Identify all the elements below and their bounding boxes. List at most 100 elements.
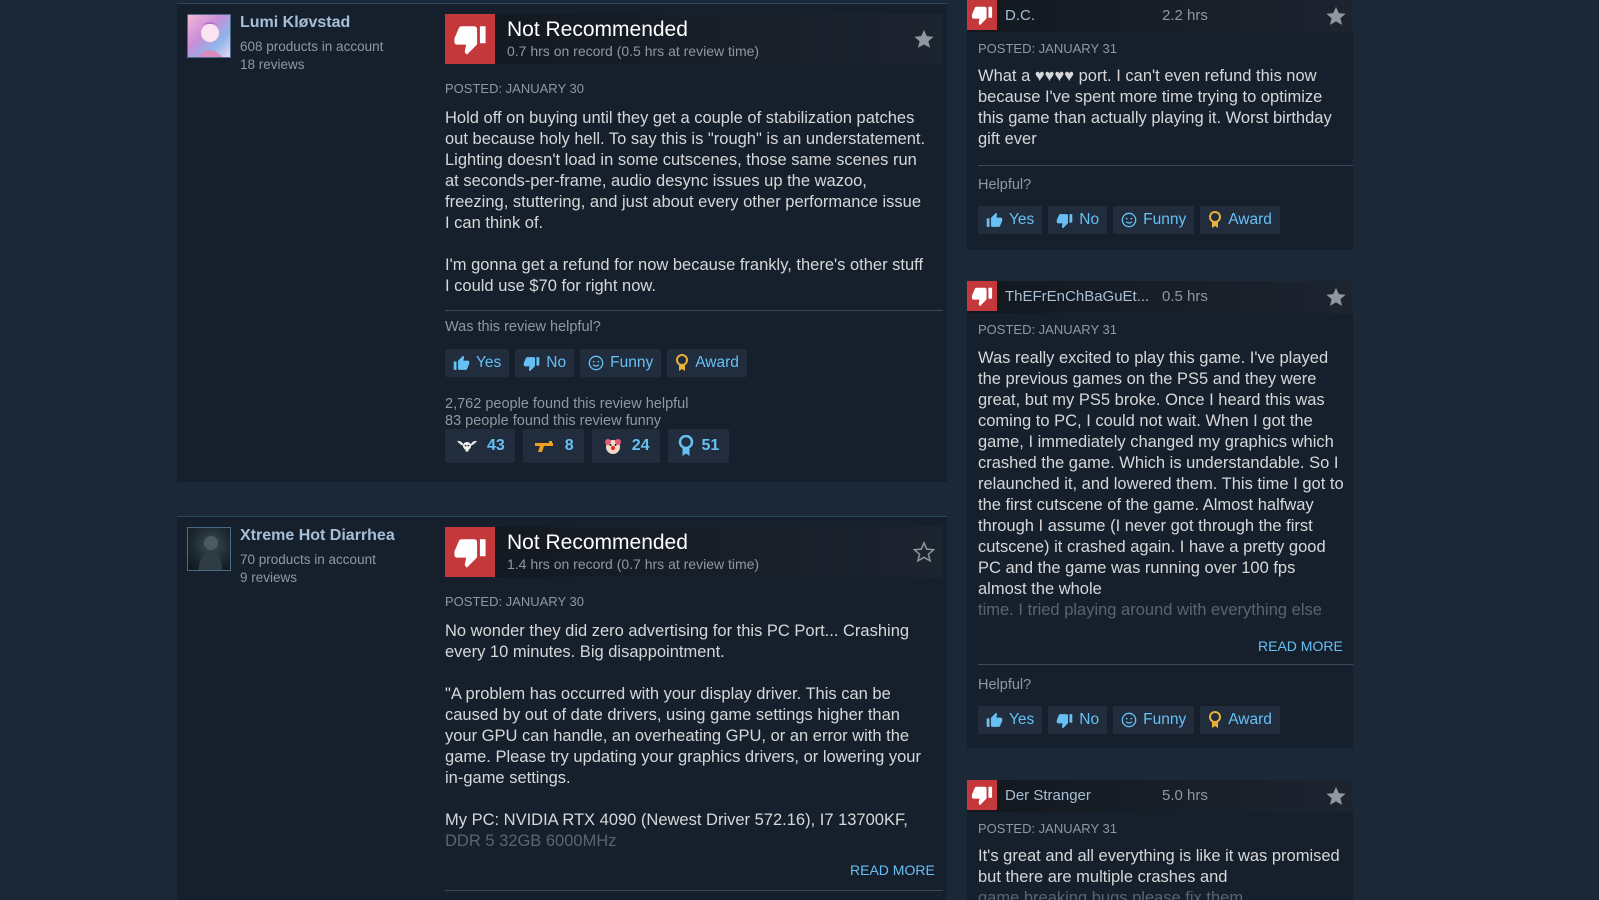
reviews-count[interactable]: 18 reviews xyxy=(240,56,305,74)
posted-date: POSTED: JANUARY 30 xyxy=(445,81,584,96)
vote-funny-button[interactable]: Funny xyxy=(1113,206,1195,234)
smiley-icon xyxy=(1121,712,1137,728)
side-review-card: Der Stranger 5.0 hrs POSTED: JANUARY 31 … xyxy=(967,780,1353,900)
ribbon-award-icon xyxy=(678,435,693,456)
vote-label: Award xyxy=(1228,211,1272,228)
vote-label: Yes xyxy=(1009,711,1035,728)
smiley-icon xyxy=(588,355,604,371)
vote-no-button[interactable]: No xyxy=(515,349,575,377)
side-review-header[interactable]: Der Stranger 5.0 hrs xyxy=(967,780,1353,812)
review-paragraph: Hold off on buying until they get a coup… xyxy=(445,109,926,232)
review-faded-line: time. I tried playing around with everyt… xyxy=(978,601,1322,619)
star-icon[interactable] xyxy=(1325,286,1347,308)
award-ribbon-icon xyxy=(676,354,689,371)
thumbs-down-icon xyxy=(967,780,997,810)
review-paragraph: My PC: NVIDIA RTX 4090 (Newest Driver 57… xyxy=(445,811,908,829)
helpful-question: Helpful? xyxy=(978,177,1032,193)
vote-buttons: Yes No Funny Award xyxy=(445,349,747,377)
author-name[interactable]: Der Stranger xyxy=(1005,787,1091,804)
vote-label: Award xyxy=(1228,711,1272,728)
vote-yes-button[interactable]: Yes xyxy=(978,206,1043,234)
award-chip[interactable]: 51 xyxy=(667,429,730,463)
reviews-column: Lumi Kløvstad 608 products in account 18… xyxy=(177,0,947,900)
review-header[interactable]: Not Recommended 1.4 hrs on record (0.7 h… xyxy=(445,527,943,577)
side-review-header[interactable]: ThEFrEnChBaGuEt... 0.5 hrs xyxy=(967,281,1353,313)
thumbs-down-icon xyxy=(524,356,540,371)
funny-count: 83 people found this review funny xyxy=(445,413,662,429)
vote-yes-button[interactable]: Yes xyxy=(978,706,1043,734)
hours-on-record: 2.2 hrs xyxy=(1162,7,1208,24)
award-button[interactable]: Award xyxy=(1200,706,1280,734)
vote-no-button[interactable]: No xyxy=(1048,706,1108,734)
side-review-card: ThEFrEnChBaGuEt... 0.5 hrs POSTED: JANUA… xyxy=(967,281,1353,748)
author-name[interactable]: ThEFrEnChBaGuEt... xyxy=(1005,288,1149,305)
review-paragraph: "A problem has occurred with your displa… xyxy=(445,685,921,787)
helpful-count: 2,762 people found this review helpful xyxy=(445,396,689,412)
vote-label: No xyxy=(1079,211,1100,228)
award-button[interactable]: Award xyxy=(667,349,747,377)
thumbs-down-icon xyxy=(445,14,495,64)
review-faded-line: DDR 5 32GB 6000MHz xyxy=(445,832,617,850)
award-ribbon-icon xyxy=(1209,211,1222,228)
read-more-link[interactable]: READ MORE xyxy=(1258,638,1343,654)
vote-label: Award xyxy=(695,354,739,371)
vote-label: Funny xyxy=(1143,711,1187,728)
review-body: It's great and all everything is like it… xyxy=(978,846,1346,900)
thumbs-down-icon xyxy=(1057,213,1073,228)
thumbs-up-icon xyxy=(986,212,1003,227)
author-name[interactable]: Lumi Kløvstad xyxy=(240,14,350,32)
divider xyxy=(978,165,1353,166)
helpful-question: Was this review helpful? xyxy=(445,319,601,335)
winged-skull-award-icon xyxy=(457,440,477,452)
posted-date: POSTED: JANUARY 31 xyxy=(978,821,1117,836)
vote-funny-button[interactable]: Funny xyxy=(1113,706,1195,734)
reviews-count[interactable]: 9 reviews xyxy=(240,569,297,587)
vote-buttons: Yes No Funny Award xyxy=(978,206,1280,234)
award-chip[interactable]: 24 xyxy=(591,429,660,463)
author-name[interactable]: D.C. xyxy=(1005,7,1035,24)
review-body: Was really excited to play this game. I'… xyxy=(978,348,1346,621)
vote-buttons: Yes No Funny Award xyxy=(978,706,1280,734)
award-count: 51 xyxy=(701,437,720,454)
review-body: What a ♥♥♥♥ port. I can't even refund th… xyxy=(978,67,1332,148)
hours-on-record: 1.4 hrs on record (0.7 hrs at review tim… xyxy=(507,556,760,572)
products-count[interactable]: 608 products in account xyxy=(240,38,383,56)
star-icon[interactable] xyxy=(1325,785,1347,807)
thumbs-up-icon xyxy=(986,712,1003,727)
review-card: Lumi Kløvstad 608 products in account 18… xyxy=(177,3,947,482)
verdict: Not Recommended xyxy=(507,531,688,554)
review-header[interactable]: Not Recommended 0.7 hrs on record (0.5 h… xyxy=(445,14,943,64)
star-outline-icon[interactable] xyxy=(913,541,935,563)
vote-funny-button[interactable]: Funny xyxy=(580,349,662,377)
award-chip[interactable]: 8 xyxy=(522,429,584,463)
thumbs-down-icon xyxy=(967,0,997,30)
vote-yes-button[interactable]: Yes xyxy=(445,349,510,377)
vote-label: No xyxy=(1079,711,1100,728)
hours-on-record: 5.0 hrs xyxy=(1162,787,1208,804)
read-more-link[interactable]: READ MORE xyxy=(850,862,935,878)
vote-no-button[interactable]: No xyxy=(1048,206,1108,234)
pistol-award-icon xyxy=(534,441,553,452)
side-reviews-column: D.C. 2.2 hrs POSTED: JANUARY 31 What a ♥… xyxy=(967,0,1353,900)
award-count: 24 xyxy=(631,437,650,454)
hours-on-record: 0.5 hrs xyxy=(1162,288,1208,305)
review-paragraph: No wonder they did zero advertising for … xyxy=(445,622,910,661)
products-count[interactable]: 70 products in account xyxy=(240,551,376,569)
star-icon[interactable] xyxy=(913,28,935,50)
award-button[interactable]: Award xyxy=(1200,206,1280,234)
award-count: 43 xyxy=(487,437,505,454)
review-body: Hold off on buying until they get a coup… xyxy=(445,108,929,318)
award-chip[interactable]: 43 xyxy=(445,429,515,463)
posted-date: POSTED: JANUARY 30 xyxy=(445,594,584,609)
vote-label: Yes xyxy=(1009,211,1035,228)
star-icon[interactable] xyxy=(1325,5,1347,27)
avatar[interactable] xyxy=(187,527,231,571)
vote-label: Funny xyxy=(1143,211,1187,228)
avatar[interactable] xyxy=(187,14,231,58)
author-name[interactable]: Xtreme Hot Diarrhea xyxy=(240,527,395,545)
review-paragraph: Was really excited to play this game. I'… xyxy=(978,349,1344,598)
side-review-header[interactable]: D.C. 2.2 hrs xyxy=(967,0,1353,32)
review-card: Xtreme Hot Diarrhea 70 products in accou… xyxy=(177,516,947,900)
review-paragraph: It's great and all everything is like it… xyxy=(978,847,1340,886)
review-body: No wonder they did zero advertising for … xyxy=(445,621,929,852)
